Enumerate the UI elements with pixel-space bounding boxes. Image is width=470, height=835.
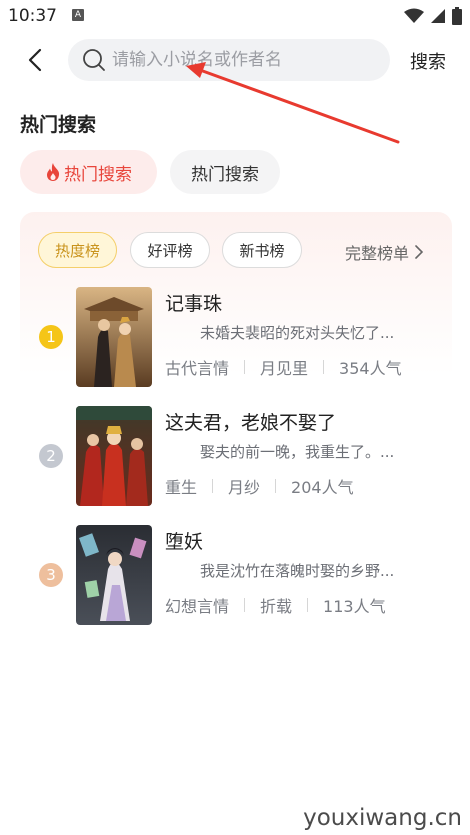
rank-badge: 2 bbox=[39, 444, 63, 468]
divider bbox=[307, 598, 309, 612]
book-author: 折载 bbox=[260, 597, 293, 616]
status-icons bbox=[404, 7, 462, 25]
search-input[interactable] bbox=[112, 50, 382, 70]
hot-search-chip-1-label: 热门搜索 bbox=[64, 164, 132, 185]
search-header: 搜索 bbox=[0, 38, 470, 82]
search-button[interactable]: 搜索 bbox=[410, 48, 446, 74]
wifi-icon bbox=[404, 8, 424, 23]
battery-icon bbox=[452, 7, 462, 25]
divider bbox=[244, 598, 246, 612]
book-genre: 幻想言情 bbox=[165, 597, 230, 616]
book-cover[interactable] bbox=[76, 287, 152, 387]
rank-badge: 3 bbox=[39, 563, 63, 587]
book-meta: 古代言情 月见里 354人气 bbox=[165, 355, 402, 379]
status-time: 10:37 bbox=[8, 6, 57, 26]
hot-search-chip-1[interactable]: 热门搜索 bbox=[20, 150, 157, 194]
signal-icon bbox=[431, 9, 445, 23]
book-genre: 古代言情 bbox=[165, 359, 230, 378]
tab-rating-ranking[interactable]: 好评榜 bbox=[130, 232, 210, 268]
back-button[interactable] bbox=[22, 46, 48, 74]
section-title-hot-search: 热门搜索 bbox=[20, 114, 97, 136]
notification-letter-icon: A bbox=[72, 9, 84, 21]
book-popularity: 113人气 bbox=[323, 597, 386, 616]
rank-badge: 1 bbox=[39, 325, 63, 349]
divider bbox=[212, 479, 214, 493]
book-description: 我是沈竹在落魄时娶的乡野... bbox=[200, 562, 395, 580]
book-popularity: 204人气 bbox=[291, 478, 354, 497]
book-author: 月见里 bbox=[260, 359, 309, 378]
status-bar: 10:37 A bbox=[0, 0, 470, 34]
search-box[interactable] bbox=[68, 39, 390, 81]
watermark: youxiwang.cn bbox=[303, 805, 462, 831]
flame-icon bbox=[45, 162, 61, 182]
book-item[interactable]: 2 这夫君，老娘不娶了 娶夫的前一晚，我重生了。... 重生 月纱 204人气 bbox=[0, 406, 470, 508]
book-title: 堕妖 bbox=[165, 531, 204, 553]
chevron-left-icon bbox=[28, 48, 42, 72]
tab-new-ranking[interactable]: 新书榜 bbox=[222, 232, 302, 268]
full-list-link[interactable]: 完整榜单 bbox=[345, 240, 424, 264]
tab-hot-ranking[interactable]: 热度榜 bbox=[38, 232, 117, 268]
book-title: 记事珠 bbox=[165, 293, 223, 315]
search-icon bbox=[83, 49, 105, 71]
book-item[interactable]: 1 记事珠 未婚夫裴昭的死对头失忆了... 古代言情 月见里 354人气 bbox=[0, 287, 470, 389]
book-meta: 幻想言情 折载 113人气 bbox=[165, 593, 386, 617]
divider bbox=[323, 360, 325, 374]
book-title: 这夫君，老娘不娶了 bbox=[165, 412, 337, 434]
divider bbox=[244, 360, 246, 374]
book-genre: 重生 bbox=[165, 478, 198, 497]
book-popularity: 354人气 bbox=[339, 359, 402, 378]
book-meta: 重生 月纱 204人气 bbox=[165, 474, 354, 498]
book-cover[interactable] bbox=[76, 406, 152, 506]
divider bbox=[275, 479, 277, 493]
book-description: 未婚夫裴昭的死对头失忆了... bbox=[200, 324, 395, 342]
book-description: 娶夫的前一晚，我重生了。... bbox=[200, 443, 395, 461]
book-author: 月纱 bbox=[228, 478, 261, 497]
book-item[interactable]: 3 堕妖 我是沈竹在落魄时娶的乡野... 幻想言情 折载 113人气 bbox=[0, 525, 470, 627]
hot-search-chip-2[interactable]: 热门搜索 bbox=[170, 150, 280, 194]
chevron-right-icon bbox=[415, 245, 424, 259]
book-cover[interactable] bbox=[76, 525, 152, 625]
full-list-label: 完整榜单 bbox=[345, 244, 410, 263]
